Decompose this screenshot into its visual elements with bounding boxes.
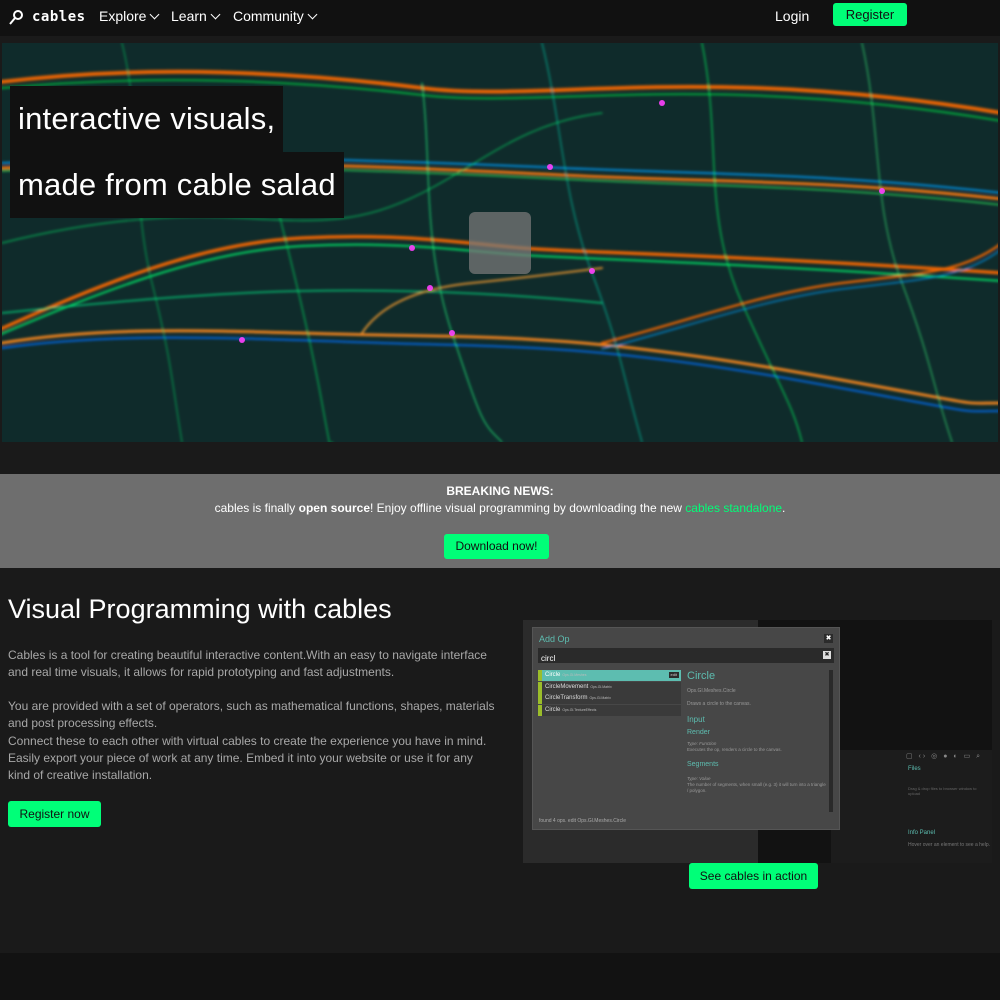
register-button[interactable]: Register (833, 3, 907, 26)
news-text: cables is finally open source! Enjoy off… (0, 501, 1000, 515)
render-type: Type: Function (687, 741, 717, 746)
op-namespace: Ops.Gl.Meshes (562, 673, 587, 677)
op-name: Circle (545, 706, 561, 713)
cables-standalone-link[interactable]: cables standalone (685, 501, 782, 515)
logo[interactable]: cables (8, 6, 86, 28)
add-op-dialog: Add Op ✖ ✖ CircleOps.Gl.Meshes edit Circ… (532, 627, 840, 830)
op-results-list: Circle Ops.Gl.Meshes edit CircleMovement O… (538, 670, 681, 716)
intro-paragraph-3: Connect these to each other with virtual… (8, 734, 487, 782)
edit-op-button[interactable]: edit (668, 672, 679, 678)
op-name: Circle (545, 672, 561, 678)
op-result-item[interactable]: Circle Ops.Gl.TextureEffects (538, 704, 681, 716)
add-op-title: Add Op (539, 634, 570, 644)
download-now-button[interactable]: Download now! (444, 534, 549, 559)
segments-port-info: Type: Value The number of segments, when … (687, 776, 827, 794)
op-namespace: Ops.Gl.TextureEffects (562, 707, 597, 712)
info-panel-hint: Hover over an element to see a help. (908, 842, 990, 848)
top-nav: cables Explore Learn Community Login Reg… (0, 0, 1000, 36)
op-namespace: Ops.Gl.Matrix (589, 696, 611, 700)
nav-learn[interactable]: Learn (171, 8, 221, 24)
input-heading: Input (687, 715, 705, 724)
op-detail-description: Draws a circle to the canvas. (687, 701, 751, 707)
register-now-button[interactable]: Register now (8, 801, 101, 827)
render-port-info: Type: Function Executes the op, renders a… (687, 741, 827, 753)
chevron-down-icon (307, 9, 318, 19)
see-cables-in-action-button[interactable]: See cables in action (689, 863, 818, 889)
intro-paragraph-1: Cables is a tool for creating beautiful … (8, 648, 487, 679)
close-icon[interactable]: ✖ (824, 634, 833, 643)
page-footer (0, 953, 1000, 1000)
section-title: Visual Programming with cables (8, 594, 392, 624)
logo-text: cables (32, 9, 86, 25)
nav-learn-label: Learn (171, 8, 207, 24)
nav-community[interactable]: Community (233, 8, 318, 24)
hero-headline-line-2: made from cable salad (10, 152, 344, 218)
render-heading: Render (687, 729, 710, 736)
news-text-post: . (782, 501, 786, 515)
info-panel-heading: Info Panel (908, 830, 936, 836)
chevron-down-icon (210, 9, 221, 19)
segments-type: Type: Value (687, 776, 711, 781)
news-text-pre: cables is finally (214, 501, 299, 515)
op-detail-name: Circle (687, 670, 716, 682)
breaking-news-banner: BREAKING NEWS: cables is finally open so… (0, 474, 1000, 568)
op-result-item[interactable]: CircleTransform Ops.Gl.Matrix (538, 693, 681, 704)
detail-scrollbar[interactable] (829, 670, 833, 812)
op-search-input[interactable] (538, 651, 818, 666)
chevron-down-icon (150, 9, 160, 19)
hero-visual: interactive visuals, made from cable sal… (2, 43, 998, 442)
nav-explore[interactable]: Explore (99, 8, 160, 24)
op-detail-namespace: Ops.Gl.Meshes.Circle (687, 688, 736, 694)
add-op-footer: found 4 ops. edit Ops.Gl.Meshes.Circle (539, 818, 626, 824)
intro-paragraph-2: You are provided with a set of operators… (8, 699, 495, 730)
clear-search-icon[interactable]: ✖ (823, 651, 831, 659)
nav-community-label: Community (233, 8, 304, 24)
render-description: Executes the op, renders a circle to the… (687, 747, 782, 752)
op-result-item[interactable]: CircleMovement Ops.Gl.Matrix (538, 681, 681, 693)
op-result-item[interactable]: Circle Ops.Gl.Meshes edit (538, 670, 681, 681)
op-namespace: Ops.Gl.Matrix (590, 684, 612, 689)
segments-heading: Segments (687, 761, 719, 768)
files-heading: Files (908, 766, 921, 772)
op-detail-panel: Circle Ops.Gl.Meshes.Circle Draws a circ… (687, 670, 827, 794)
files-hint: Drag & drop files to browser window to u… (908, 786, 977, 796)
segments-description: The number of segments, when small (e.g.… (687, 782, 826, 793)
toolbar-icons: ▢ ‹› ◎ ● ◐ ▭ ⌕ (906, 753, 983, 760)
op-search-field[interactable]: ✖ (538, 648, 834, 666)
cables-logo-icon (9, 10, 23, 25)
nav-explore-label: Explore (99, 8, 147, 24)
news-text-mid: ! Enjoy offline visual programming by do… (370, 501, 686, 515)
op-name: CircleTransform (545, 695, 588, 701)
op-name: CircleMovement (545, 683, 589, 690)
editor-screenshot: ▢ ‹› ◎ ● ◐ ▭ ⌕ Files Drag & drop files t… (523, 620, 992, 863)
news-text-bold: open source (298, 501, 370, 515)
news-title: BREAKING NEWS: (446, 484, 554, 498)
hero-headline-line-1: interactive visuals, (10, 86, 284, 152)
play-overlay-button[interactable] (469, 212, 531, 274)
login-link[interactable]: Login (775, 8, 809, 24)
